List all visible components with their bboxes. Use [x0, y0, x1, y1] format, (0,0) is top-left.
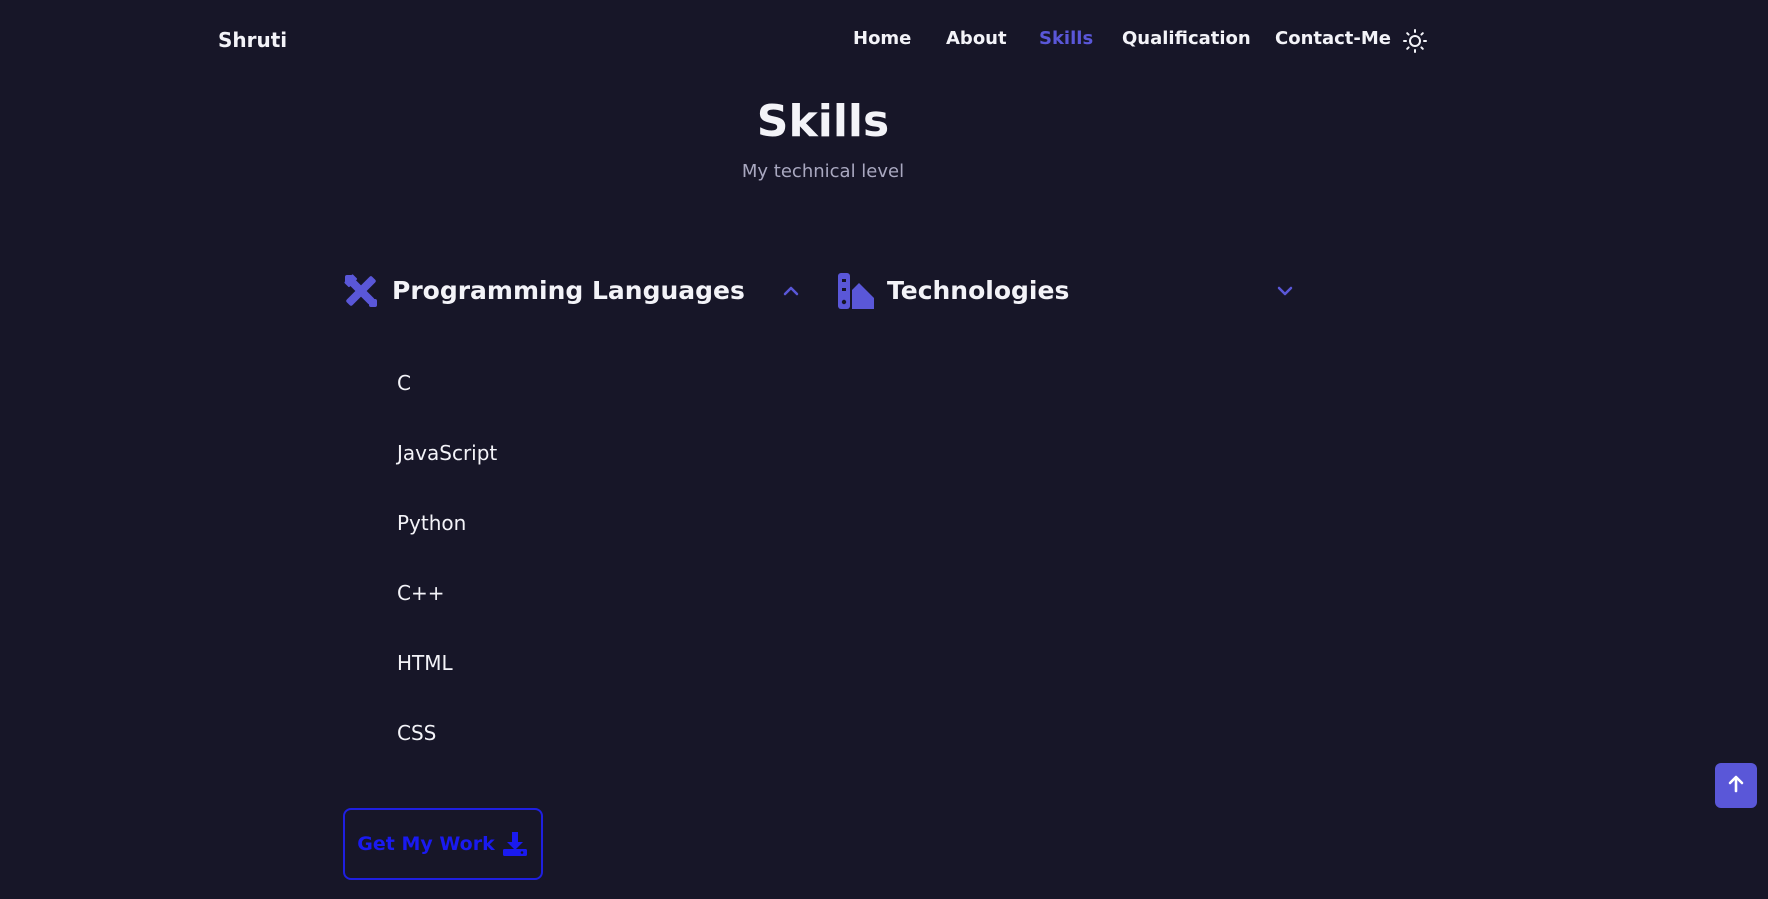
skills-page: Shruti Home About Skills Qualification C… — [0, 0, 1768, 899]
section-title: Skills — [756, 96, 890, 147]
skill-group-title: Technologies — [887, 276, 1070, 305]
section-subtitle: My technical level — [741, 161, 905, 182]
swatchbook-icon — [837, 272, 875, 310]
skill-group-title: Programming Languages — [392, 276, 745, 305]
chevron-up-icon[interactable] — [780, 280, 802, 302]
arrow-up-icon — [1727, 775, 1745, 797]
programming-skill-list: C JavaScript Python C++ HTML CSS — [397, 370, 497, 790]
skill-group-header-programming[interactable]: Programming Languages — [342, 270, 802, 314]
skill-item: CSS — [397, 721, 437, 745]
main-nav: Home About Skills Qualification Contact-… — [0, 28, 1768, 56]
skill-item: HTML — [397, 651, 453, 675]
chevron-down-icon[interactable] — [1274, 280, 1296, 302]
nav-home[interactable]: Home — [853, 28, 911, 49]
skill-group-header-technologies[interactable]: Technologies — [837, 270, 1297, 314]
skill-item: C — [397, 371, 411, 395]
sun-icon[interactable] — [1403, 29, 1427, 53]
get-my-work-label: Get My Work — [357, 833, 495, 855]
nav-skills[interactable]: Skills — [1039, 28, 1093, 49]
skill-item: Python — [397, 511, 467, 535]
nav-about[interactable]: About — [946, 28, 1007, 49]
skill-item: JavaScript — [397, 441, 498, 465]
skill-item: C++ — [397, 581, 445, 605]
download-icon — [501, 830, 529, 858]
nav-qualification[interactable]: Qualification — [1122, 28, 1251, 49]
nav-contact-me[interactable]: Contact-Me — [1275, 28, 1391, 49]
site-header: Shruti Home About Skills Qualification C… — [0, 0, 1768, 84]
tools-icon — [342, 272, 380, 310]
scroll-top-button[interactable] — [1715, 763, 1757, 808]
get-my-work-button[interactable]: Get My Work — [343, 808, 543, 880]
